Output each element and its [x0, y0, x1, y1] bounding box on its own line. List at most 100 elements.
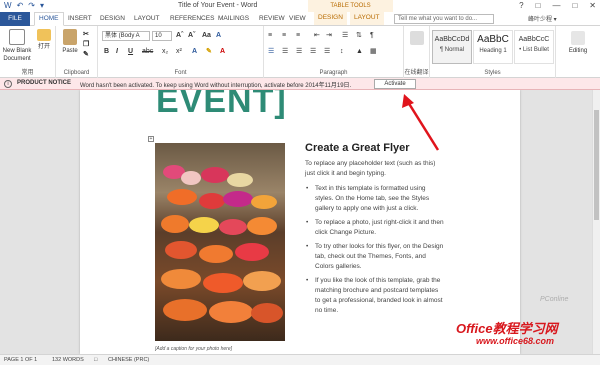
- copy-icon[interactable]: ❐: [83, 40, 89, 49]
- tab-table-layout[interactable]: LAYOUT: [350, 12, 384, 25]
- shrink-font-icon[interactable]: Aˇ: [188, 31, 195, 40]
- align-right-icon[interactable]: ☰: [296, 47, 302, 56]
- style-heading-1[interactable]: AaBbC Heading 1: [473, 30, 513, 64]
- tab-mailings[interactable]: MAILINGS: [218, 13, 249, 25]
- help-icon[interactable]: ?: [519, 0, 523, 11]
- style-normal[interactable]: AaBbCcDd ¶ Normal: [432, 30, 472, 64]
- tab-file[interactable]: FILE: [0, 12, 30, 26]
- tab-insert[interactable]: INSERT: [68, 13, 92, 25]
- bullets-icon[interactable]: ≡: [268, 31, 272, 40]
- style-list-bullet[interactable]: AaBbCcC • List Bullet: [514, 30, 554, 64]
- style-name: • List Bullet: [519, 47, 549, 53]
- language-indicator[interactable]: CHINESE (PRC): [108, 357, 149, 363]
- photo-caption[interactable]: [Add a caption for your photo here]: [155, 346, 232, 352]
- document-area[interactable]: EVENT] + [Add a caption for your photo h…: [0, 90, 592, 354]
- tell-me-search[interactable]: Tell me what you want to do...: [394, 14, 494, 24]
- bold-button[interactable]: B: [104, 47, 109, 56]
- maximize-icon[interactable]: □: [572, 0, 577, 11]
- group-paragraph: ≡ ≡ ≡ ⇤ ⇥ ☰ ⇅ ¶ ☰ ☰ ☰ ☰ ☰ ↕ ▲ ▦ Paragrap…: [264, 26, 404, 78]
- list-item[interactable]: If you like the look of this template, g…: [305, 276, 445, 316]
- tab-table-design[interactable]: DESIGN: [314, 12, 347, 25]
- activate-button[interactable]: Activate: [374, 79, 416, 89]
- style-name: ¶ Normal: [439, 47, 465, 53]
- watermark-pconline: PConline: [540, 296, 569, 303]
- ribbon-tabs: FILE HOME INSERT DESIGN LAYOUT REFERENCE…: [0, 12, 600, 26]
- strikethrough-button[interactable]: abc: [142, 47, 153, 56]
- cut-icon[interactable]: ✂: [83, 30, 89, 39]
- decrease-indent-icon[interactable]: ⇤: [314, 31, 320, 40]
- underline-button[interactable]: U: [128, 47, 133, 56]
- clear-formatting-icon[interactable]: A: [216, 31, 221, 40]
- grow-font-icon[interactable]: Aˆ: [176, 31, 183, 40]
- close-icon[interactable]: ✕: [589, 0, 596, 11]
- event-title[interactable]: EVENT]: [156, 90, 287, 121]
- window-title: Title of Your Event - Word: [178, 2, 258, 9]
- group-label-paragraph: Paragraph: [319, 70, 348, 76]
- group-styles: AaBbCcDd ¶ Normal AaBbC Heading 1 AaBbCc…: [430, 26, 556, 78]
- font-size-combo[interactable]: 10: [152, 31, 172, 41]
- change-case-icon[interactable]: Aa: [202, 31, 211, 40]
- borders-icon[interactable]: ▦: [370, 47, 377, 56]
- proofing-icon[interactable]: □: [94, 357, 97, 363]
- group-label-common: 常用: [21, 70, 34, 76]
- align-center-icon[interactable]: ☰: [282, 47, 288, 56]
- vertical-scrollbar[interactable]: [592, 90, 600, 354]
- tab-design[interactable]: DESIGN: [100, 13, 125, 25]
- page-count[interactable]: PAGE 1 OF 1: [4, 357, 37, 363]
- format-painter-icon[interactable]: ✎: [83, 50, 89, 59]
- window-controls: ? □ — □ ✕: [519, 0, 596, 11]
- list-item[interactable]: To try other looks for this flyer, on th…: [305, 242, 445, 272]
- flyer-heading[interactable]: Create a Great Flyer: [305, 142, 410, 154]
- list-item[interactable]: Text in this template is formatted using…: [305, 184, 445, 214]
- paste-button[interactable]: Paste: [60, 29, 80, 55]
- group-label-clipboard: Clipboard: [63, 70, 90, 76]
- justify-icon[interactable]: ☰: [310, 47, 316, 56]
- superscript-button[interactable]: x²: [176, 47, 182, 56]
- style-preview: AaBbCcDd: [434, 36, 470, 43]
- scrollbar-thumb[interactable]: [594, 110, 599, 220]
- tab-home[interactable]: HOME: [34, 12, 64, 26]
- font-name-combo[interactable]: 黑体 (Body A: [102, 31, 150, 41]
- font-color-button[interactable]: A: [220, 47, 225, 56]
- new-blank-document-button[interactable]: New Blank Document: [2, 29, 32, 63]
- tab-references[interactable]: REFERENCES: [170, 13, 214, 25]
- multilevel-list-icon[interactable]: ≡: [296, 31, 300, 40]
- chinese-layout-icon[interactable]: ☰: [342, 31, 348, 40]
- customize-qat-icon[interactable]: ▾: [40, 1, 44, 11]
- document-page[interactable]: EVENT] + [Add a caption for your photo h…: [80, 90, 520, 354]
- tab-view[interactable]: VIEW: [289, 13, 306, 25]
- tab-review[interactable]: REVIEW: [259, 13, 285, 25]
- list-item[interactable]: To replace a photo, just right-click it …: [305, 218, 445, 238]
- style-preview: AaBbCcC: [518, 36, 550, 43]
- flower-photo[interactable]: [155, 143, 285, 341]
- shading-icon[interactable]: ▲: [356, 47, 363, 56]
- tab-layout[interactable]: LAYOUT: [134, 13, 160, 25]
- ribbon-display-icon[interactable]: □: [536, 0, 541, 11]
- style-name: Heading 1: [479, 48, 507, 54]
- minimize-icon[interactable]: —: [552, 0, 560, 11]
- intro-paragraph[interactable]: To replace any placeholder text (such as…: [305, 159, 440, 179]
- subscript-button[interactable]: x₂: [162, 47, 168, 56]
- numbering-icon[interactable]: ≡: [282, 31, 286, 40]
- open-button[interactable]: 打开: [34, 29, 54, 51]
- line-spacing-icon[interactable]: ↕: [340, 47, 344, 56]
- user-account[interactable]: 峰叶少程 ▾: [528, 14, 557, 23]
- group-clipboard: Paste ✂ ❐ ✎ Clipboard: [56, 26, 98, 78]
- redo-icon[interactable]: ↷: [28, 1, 35, 11]
- increase-indent-icon[interactable]: ⇥: [326, 31, 332, 40]
- quick-access-toolbar: W ↶ ↷ ▾: [4, 1, 44, 11]
- table-move-handle[interactable]: +: [148, 136, 154, 142]
- folder-icon: [37, 29, 51, 41]
- text-effects-button[interactable]: A: [192, 47, 197, 56]
- editing-button[interactable]: Editing: [562, 31, 594, 55]
- translate-button[interactable]: [407, 31, 427, 47]
- align-left-icon[interactable]: ☰: [268, 47, 274, 56]
- show-marks-icon[interactable]: ¶: [370, 31, 374, 40]
- word-count[interactable]: 132 WORDS: [52, 357, 84, 363]
- table-tools-header: TABLE TOOLS: [308, 0, 393, 12]
- italic-button[interactable]: I: [116, 47, 118, 56]
- highlight-color-button[interactable]: ✎: [206, 47, 212, 56]
- sort-icon[interactable]: ⇅: [356, 31, 362, 40]
- distribute-icon[interactable]: ☰: [324, 47, 330, 56]
- undo-icon[interactable]: ↶: [17, 1, 24, 11]
